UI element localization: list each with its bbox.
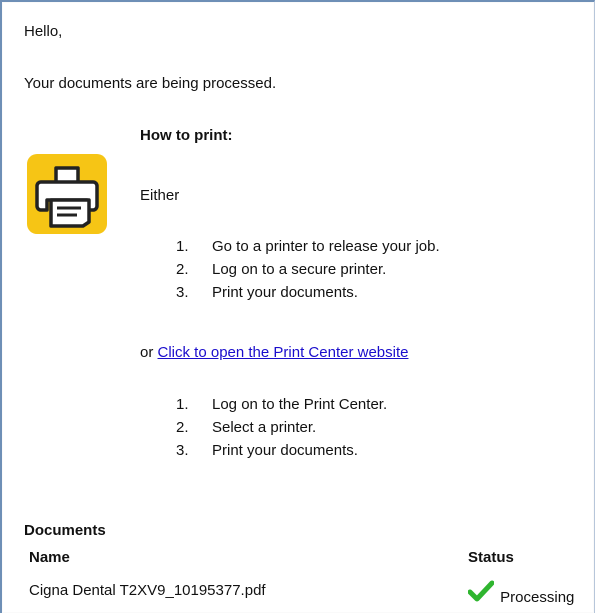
step-number: 2. <box>176 261 189 278</box>
step-text: Log on to a secure printer. <box>212 261 387 278</box>
print-center-link[interactable]: Click to open the Print Center website <box>158 344 409 361</box>
step-text: Print your documents. <box>212 442 358 459</box>
list-item: 2. Select a printer. <box>176 416 576 439</box>
list-item: 3. Print your documents. <box>176 439 576 462</box>
column-header-status: Status <box>468 549 514 566</box>
step-number: 3. <box>176 442 189 459</box>
list-item: 1. Log on to the Print Center. <box>176 393 576 416</box>
email-body: Hello, Your documents are being processe… <box>0 0 595 613</box>
list-item: 2. Log on to a secure printer. <box>176 258 576 281</box>
documents-heading: Documents <box>24 522 106 539</box>
document-status: Processing <box>467 580 575 606</box>
list-item: 3. Print your documents. <box>176 281 576 304</box>
status-text: Processing <box>500 588 575 606</box>
checkmark-icon <box>467 580 495 606</box>
step-text: Go to a printer to release your job. <box>212 238 440 255</box>
step-text: Print your documents. <box>212 284 358 301</box>
printer-icon <box>27 154 107 234</box>
column-header-name: Name <box>29 549 70 566</box>
step-text: Log on to the Print Center. <box>212 396 388 413</box>
step-text: Select a printer. <box>212 419 317 436</box>
print-center-steps: 1. Log on to the Print Center. 2. Select… <box>176 393 576 462</box>
list-item: 1. Go to a printer to release your job. <box>176 235 576 258</box>
document-name: Cigna Dental T2XV9_10195377.pdf <box>29 582 266 599</box>
greeting: Hello, <box>24 23 63 40</box>
release-job-steps: 1. Go to a printer to release your job. … <box>176 235 576 304</box>
or-label: or <box>140 344 154 361</box>
step-number: 2. <box>176 419 189 436</box>
step-number: 3. <box>176 284 189 301</box>
print-center-line: or Click to open the Print Center websit… <box>140 344 408 361</box>
either-label: Either <box>140 187 180 204</box>
how-to-print-heading: How to print: <box>140 127 233 144</box>
intro-message: Your documents are being processed. <box>24 75 277 92</box>
step-number: 1. <box>176 238 189 255</box>
step-number: 1. <box>176 396 189 413</box>
